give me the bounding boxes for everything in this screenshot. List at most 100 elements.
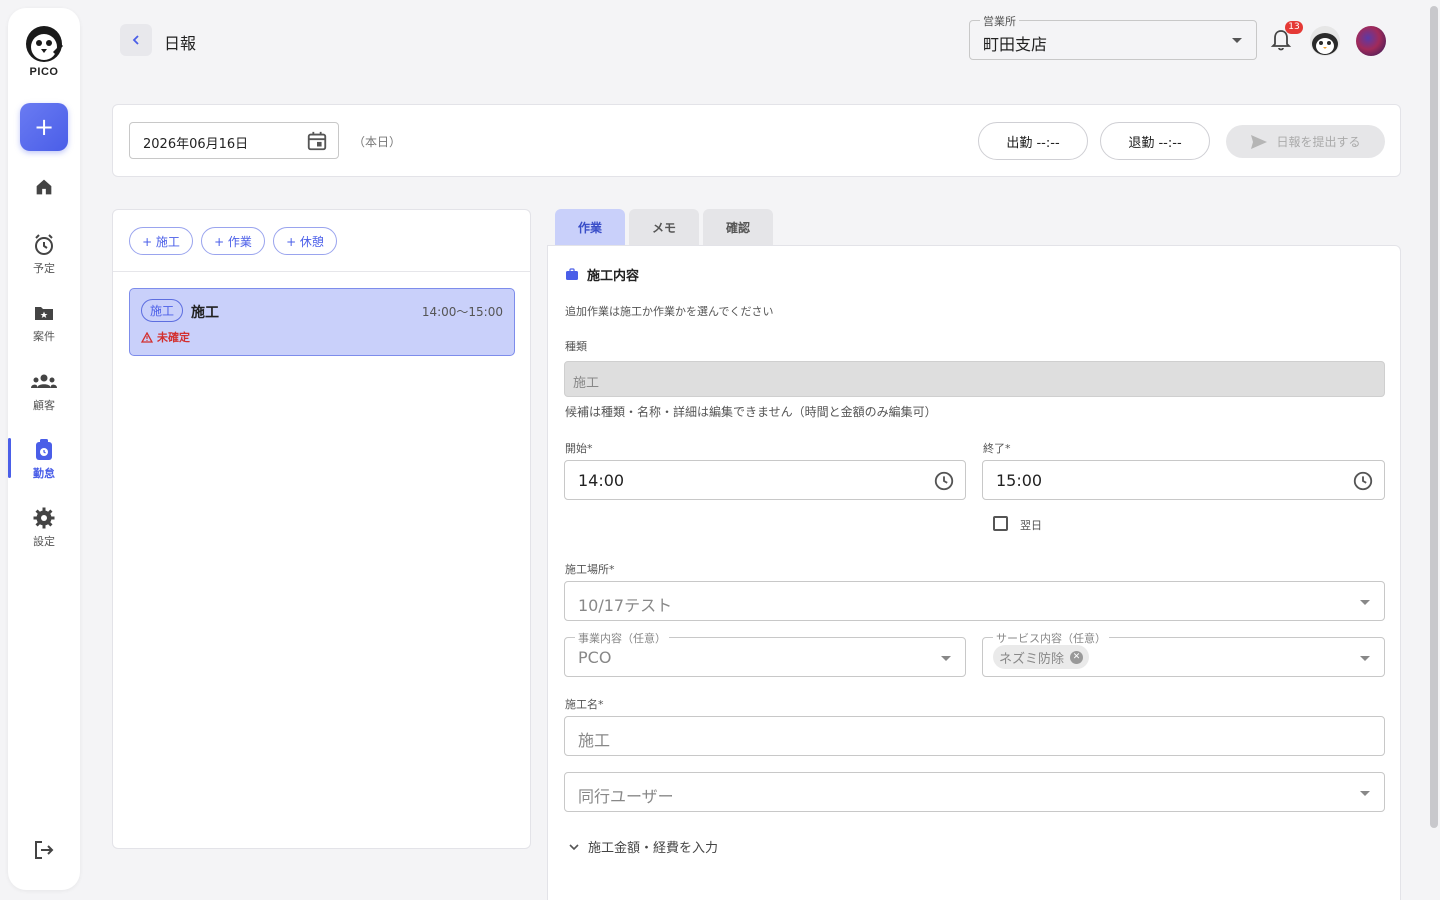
section-title-text: 施工内容 <box>587 269 640 284</box>
start-label: 開始* <box>565 442 593 455</box>
nav-customers-label: 顧客 <box>33 399 55 412</box>
start-time-value: 14:00 <box>578 471 625 490</box>
business-select[interactable]: 事業内容（任意） PCO <box>564 630 966 677</box>
entry-status: 未確定 <box>141 329 190 345</box>
service-label: サービス内容（任意） <box>993 630 1109 646</box>
name-label: 施工名* <box>565 698 604 711</box>
submit-report-label: 日報を提出する <box>1276 135 1361 149</box>
amount-expander-label: 施工金額・経費を入力 <box>588 841 719 856</box>
nav-home[interactable] <box>8 176 80 198</box>
location-select[interactable]: 10/17テスト <box>564 581 1385 621</box>
office-select-value: 町田支店 <box>983 35 1048 54</box>
clock-out-button[interactable]: 退勤 --:-- <box>1100 122 1210 160</box>
type-field: 施工 <box>564 361 1385 397</box>
add-button[interactable]: + <box>20 103 68 151</box>
caret-down-icon <box>1360 791 1370 796</box>
send-icon <box>1251 134 1268 149</box>
penguin-icon <box>1312 33 1338 55</box>
location-value: 10/17テスト <box>578 596 673 615</box>
date-picker[interactable]: 2026年06月16日 <box>129 122 339 159</box>
logout-button[interactable] <box>32 838 56 862</box>
caret-down-icon <box>941 656 951 661</box>
warning-icon <box>141 331 153 343</box>
nav-attendance[interactable]: 勤怠 <box>8 438 80 481</box>
back-button[interactable] <box>120 24 152 56</box>
companion-users-placeholder: 同行ユーザー <box>578 787 674 806</box>
folder-star-icon <box>35 307 53 320</box>
type-value: 施工 <box>573 376 600 391</box>
notification-badge: 13 <box>1285 21 1303 34</box>
caret-down-icon <box>1360 600 1370 605</box>
group-icon <box>31 374 57 388</box>
page-title: 日報 <box>164 34 197 53</box>
app-logo[interactable]: PICO <box>8 22 80 78</box>
briefcase-icon <box>566 268 578 280</box>
penguin-avatar[interactable] <box>1310 26 1340 56</box>
tab-confirm[interactable]: 確認 <box>703 209 773 245</box>
entry-form-panel: 施工内容 追加作業は施工か作業かを選んでください 種類 施工 候補は種類・名称・… <box>547 245 1401 900</box>
form-hint: 追加作業は施工か作業かを選んでください <box>565 305 774 318</box>
entry-type-tag: 施工 <box>141 299 183 322</box>
caret-down-icon <box>1232 38 1242 43</box>
nav-settings-label: 設定 <box>33 535 55 548</box>
entry-status-label: 未確定 <box>157 331 190 344</box>
service-select[interactable]: サービス内容（任意） ネズミ防除 ✕ <box>982 630 1385 677</box>
construction-name-value: 施工 <box>578 731 611 750</box>
nav-schedule[interactable]: 予定 <box>8 233 80 276</box>
penguin-logo-icon <box>26 26 63 62</box>
amount-expander[interactable]: 施工金額・経費を入力 <box>568 837 718 856</box>
clock-in-button[interactable]: 出勤 --:-- <box>978 122 1088 160</box>
nav-schedule-label: 予定 <box>33 262 55 275</box>
next-day-label: 翌日 <box>1020 519 1042 532</box>
divider <box>113 271 530 272</box>
entry-title: 施工 <box>191 305 219 321</box>
tab-memo[interactable]: メモ <box>629 209 699 245</box>
page-scrollbar[interactable] <box>1428 0 1440 900</box>
business-label: 事業内容（任意） <box>575 630 669 646</box>
add-construction-button[interactable]: + 施工 <box>129 227 193 255</box>
office-select-label: 営業所 <box>980 13 1019 29</box>
nav-projects[interactable]: 案件 <box>8 301 80 344</box>
chip-remove-icon[interactable]: ✕ <box>1070 650 1084 664</box>
entry-list-panel: + 施工 + 作業 + 休憩 施工 施工 14:00〜15:00 未確定 <box>112 209 531 849</box>
date-toolbar: 2026年06月16日 （本日） 出勤 --:-- 退勤 --:-- 日報を提出… <box>112 104 1401 177</box>
service-chip-label: ネズミ防除 <box>999 651 1065 667</box>
add-work-button[interactable]: + 作業 <box>201 227 265 255</box>
calendar-icon[interactable] <box>306 130 328 152</box>
logout-icon <box>35 841 54 859</box>
attendance-icon <box>36 439 52 460</box>
end-time-value: 15:00 <box>996 471 1043 490</box>
alarm-clock-icon <box>35 234 53 255</box>
construction-name-input[interactable]: 施工 <box>564 716 1385 756</box>
end-label: 終了* <box>983 442 1011 455</box>
chevron-left-icon <box>132 35 139 45</box>
end-time-input[interactable]: 15:00 <box>982 460 1385 500</box>
scrollbar-thumb[interactable] <box>1430 6 1438 828</box>
section-title: 施工内容 <box>565 265 639 284</box>
office-select[interactable]: 営業所 町田支店 <box>969 13 1257 60</box>
chevron-down-icon <box>569 843 579 850</box>
today-indicator: （本日） <box>353 135 402 149</box>
submit-report-button[interactable]: 日報を提出する <box>1226 125 1385 158</box>
logo-text: PICO <box>29 66 59 78</box>
clock-icon[interactable] <box>1352 470 1374 492</box>
type-label: 種類 <box>565 340 587 353</box>
caret-down-icon <box>1360 656 1370 661</box>
nav-settings[interactable]: 設定 <box>8 506 80 549</box>
location-label: 施工場所* <box>565 563 615 576</box>
nav-customers[interactable]: 顧客 <box>8 370 80 413</box>
add-break-button[interactable]: + 休憩 <box>273 227 337 255</box>
user-avatar[interactable] <box>1356 26 1386 56</box>
tab-work[interactable]: 作業 <box>555 209 625 245</box>
service-chip: ネズミ防除 ✕ <box>993 645 1090 669</box>
home-icon <box>36 179 52 195</box>
next-day-checkbox[interactable] <box>993 516 1008 531</box>
clock-icon[interactable] <box>933 470 955 492</box>
companion-users-select[interactable]: 同行ユーザー <box>564 772 1385 812</box>
gear-icon <box>33 507 55 529</box>
type-note: 候補は種類・名称・詳細は編集できません（時間と金額のみ編集可） <box>565 405 937 419</box>
nav-projects-label: 案件 <box>33 330 55 343</box>
nav-attendance-label: 勤怠 <box>33 467 55 480</box>
entry-card[interactable]: 施工 施工 14:00〜15:00 未確定 <box>129 288 515 356</box>
start-time-input[interactable]: 14:00 <box>564 460 966 500</box>
